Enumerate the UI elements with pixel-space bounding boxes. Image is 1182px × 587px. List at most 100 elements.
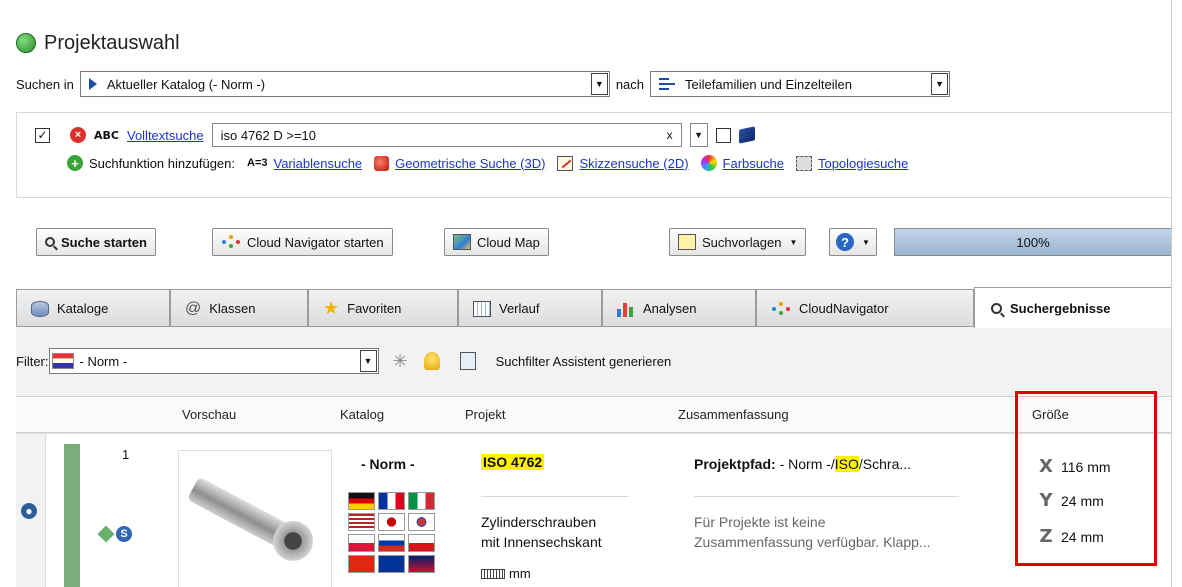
list-icon: [659, 78, 676, 90]
chevron-down-icon[interactable]: ▼: [931, 73, 949, 95]
expand-icon[interactable]: ●: [21, 503, 37, 519]
clear-query-icon[interactable]: x: [667, 128, 673, 142]
geometric-search-link[interactable]: Geometrische Suche (3D): [395, 156, 545, 171]
project-description: Zylinderschrauben mit Innensechskant: [481, 512, 651, 552]
add-icon[interactable]: +: [67, 155, 83, 171]
tab-kataloge[interactable]: Kataloge: [16, 289, 170, 327]
filter-assistant-label[interactable]: Suchfilter Assistent generieren: [496, 354, 672, 369]
template-icon: [678, 234, 696, 250]
size-x-value: 116 mm: [1061, 459, 1111, 475]
x-axis-icon: X: [1039, 456, 1053, 477]
search-scope-row: Suchen in Aktueller Katalog (- Norm -) ▼…: [16, 71, 951, 97]
search-in-label: Suchen in: [16, 76, 74, 92]
unit-label: mm: [509, 566, 531, 581]
star-icon: ★: [323, 298, 340, 318]
project-path-prefix: - Norm -/: [775, 456, 835, 472]
search-templates-button[interactable]: Suchvorlagen ▼: [669, 228, 807, 256]
cloud-map-button[interactable]: Cloud Map: [444, 228, 549, 256]
bar-chart-icon: [617, 301, 635, 317]
search-progress-bar: 100%: [894, 228, 1171, 256]
variable-search-link[interactable]: Variablensuche: [274, 156, 363, 171]
book-icon[interactable]: [738, 126, 755, 144]
database-icon: [31, 300, 49, 317]
fulltext-query-value: iso 4762 D >=10: [220, 127, 316, 143]
tab-label: Verlauf: [499, 301, 540, 316]
row-color-bar: [64, 444, 80, 587]
table-row[interactable]: ● 1 S - Norm - ISO 4762 Zylinderschraube…: [16, 433, 1171, 587]
clipboard-icon[interactable]: [459, 352, 476, 370]
filter-row: Filter: - Norm - ▼ ✳ Suchfilter Assisten…: [16, 348, 671, 374]
project-title[interactable]: ISO 4762: [481, 454, 545, 470]
flags-icon: [51, 353, 74, 369]
cloud-navigator-button[interactable]: Cloud Navigator starten: [212, 228, 393, 256]
project-title-standard: ISO: [483, 454, 508, 470]
start-search-button[interactable]: Suche starten: [36, 228, 156, 256]
tab-suchergebnisse[interactable]: Suchergebnisse: [974, 287, 1171, 328]
z-axis-icon: Z: [1039, 526, 1053, 547]
summary-line[interactable]: Zusammenfassung verfügbar. Klapp...: [694, 532, 1014, 552]
project-desc-line: mit Innensechskant: [481, 534, 602, 550]
project-path-highlight: ISO: [834, 456, 859, 472]
column-header-project[interactable]: Projekt: [465, 407, 505, 422]
color-search-link[interactable]: Farbsuche: [723, 156, 784, 171]
column-header-catalog[interactable]: Katalog: [340, 407, 384, 422]
bolt-head-icon: [273, 521, 313, 561]
flag-cn-icon: [348, 555, 375, 573]
catalog-scope-dropdown[interactable]: Aktueller Katalog (- Norm -) ▼: [79, 71, 610, 97]
flag-eu-icon: [378, 555, 405, 573]
topology-search-link[interactable]: Topologiesuche: [818, 156, 908, 171]
tab-favoriten[interactable]: ★ Favoriten: [308, 289, 458, 327]
progress-text: 100%: [1016, 234, 1050, 250]
tab-label: Analysen: [643, 301, 697, 316]
fulltext-query-input[interactable]: iso 4762 D >=10 x: [211, 123, 682, 147]
preview-thumbnail[interactable]: [178, 450, 332, 587]
standard-badge-icon: S: [116, 526, 132, 542]
filter-label: Filter:: [16, 353, 49, 369]
globe-icon: [16, 33, 36, 53]
tab-label: Kataloge: [57, 301, 109, 316]
chevron-down-icon: ▼: [862, 237, 870, 247]
tab-verlauf[interactable]: Verlauf: [458, 289, 602, 327]
search-criteria-panel: ✓ × ABC Volltextsuche iso 4762 D >=10 x …: [16, 112, 1171, 198]
filter-value: - Norm -: [79, 353, 128, 369]
criterion-enabled-checkbox[interactable]: ✓: [35, 127, 50, 143]
tab-label: Suchergebnisse: [1010, 300, 1111, 316]
abc-icon: ABC: [94, 128, 119, 142]
catalog-scope-value: Aktueller Katalog (- Norm -): [106, 76, 266, 92]
fulltext-search-link[interactable]: Volltextsuche: [127, 128, 204, 143]
search-icon: [991, 302, 1002, 314]
summary-text: Für Projekte ist keine Zusammenfassung v…: [694, 512, 1014, 552]
y-axis-icon: Y: [1039, 490, 1053, 511]
row-index: 1: [122, 447, 130, 462]
search-mode-dropdown[interactable]: Teilefamilien und Einzelteilen ▼: [650, 71, 951, 97]
sketch-icon: [557, 155, 574, 171]
column-header-preview[interactable]: Vorschau: [182, 407, 236, 422]
option-checkbox[interactable]: [715, 127, 731, 143]
sketch-search-link[interactable]: Skizzensuche (2D): [579, 156, 688, 171]
remove-criterion-icon[interactable]: ×: [70, 127, 86, 143]
map-icon: [453, 234, 471, 250]
chevron-down-icon[interactable]: ▼: [590, 73, 608, 95]
cloud-navigator-label: Cloud Navigator starten: [247, 234, 384, 250]
chevron-down-icon[interactable]: ▼: [359, 350, 377, 372]
column-header-summary[interactable]: Zusammenfassung: [678, 407, 789, 422]
tab-cloudnavigator[interactable]: CloudNavigator: [756, 289, 974, 327]
help-button[interactable]: ? ▼: [829, 228, 877, 256]
lightbulb-icon[interactable]: [423, 352, 440, 370]
filter-dropdown[interactable]: - Norm - ▼: [48, 348, 379, 374]
project-title-number: 4762: [511, 454, 543, 470]
results-table-header: Vorschau Katalog Projekt Zusammenfassung…: [16, 397, 1171, 433]
search-icon: [45, 237, 55, 247]
add-search-function-row: + Suchfunktion hinzufügen: A=3 Variablen…: [67, 155, 908, 171]
tab-analysen[interactable]: Analysen: [602, 289, 756, 327]
flag-fr-icon: [378, 492, 405, 510]
window-title: Projektauswahl: [44, 31, 180, 54]
tab-klassen[interactable]: @ Klassen: [170, 289, 308, 327]
chevron-down-icon[interactable]: ▼: [689, 123, 708, 147]
gear-icon[interactable]: ✳: [393, 351, 408, 372]
cube-icon: [374, 155, 390, 171]
tab-label: Klassen: [209, 301, 256, 316]
tab-label: Favoriten: [347, 301, 402, 316]
help-icon: ?: [836, 233, 854, 251]
project-desc-line: Zylinderschrauben: [481, 514, 597, 530]
